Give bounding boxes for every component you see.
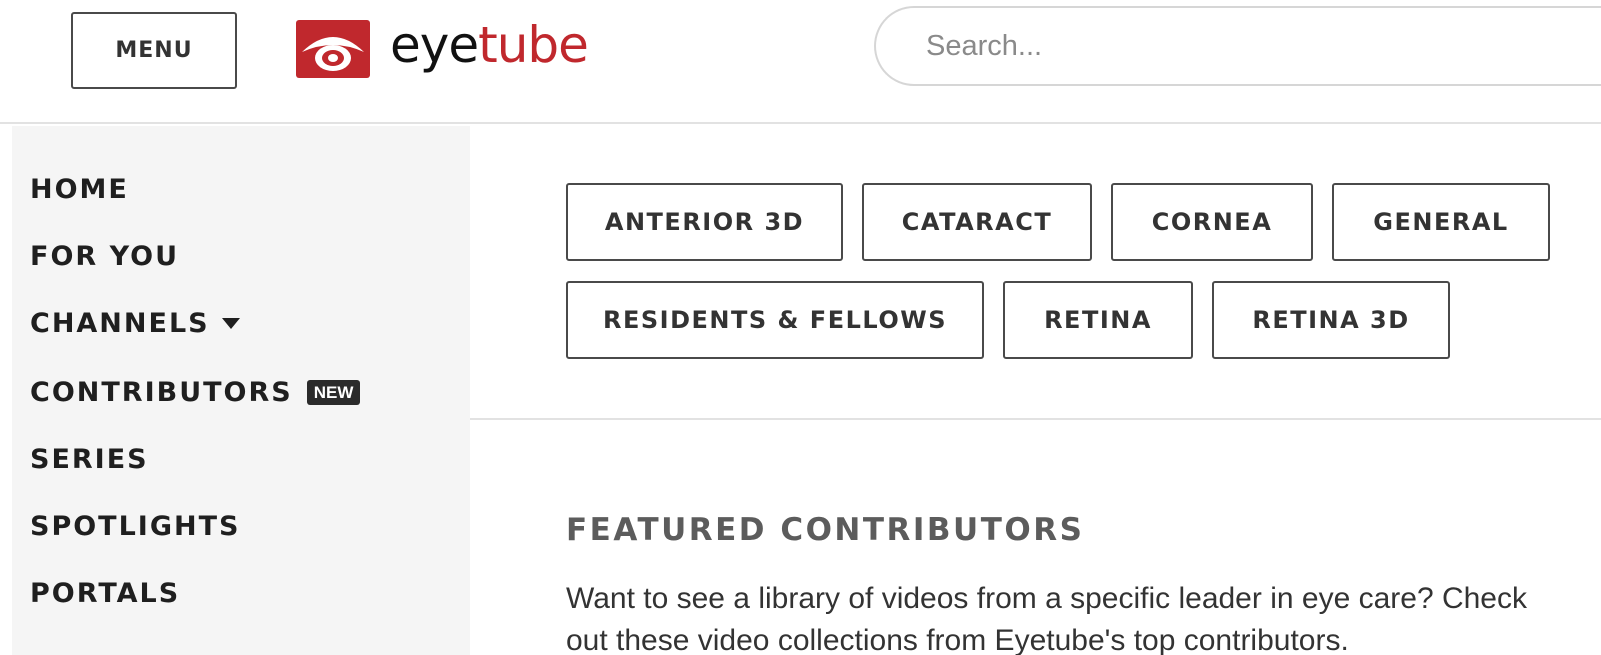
channel-button-residents-fellows[interactable]: RESIDENTS & FELLOWS <box>566 281 984 359</box>
section-divider <box>470 418 1601 420</box>
channel-button-general[interactable]: GENERAL <box>1332 183 1550 261</box>
new-badge: NEW <box>306 379 361 405</box>
featured-contributors-description: Want to see a library of videos from a s… <box>566 582 1527 655</box>
search-input[interactable] <box>926 29 1526 63</box>
featured-contributors-title: FEATURED CONTRIBUTORS <box>566 512 1085 548</box>
logo-text-tube: tube <box>478 16 589 74</box>
channel-button-cornea[interactable]: CORNEA <box>1111 183 1313 261</box>
sidebar-item-label: SERIES <box>30 443 149 475</box>
sidebar-item-label: SPOTLIGHTS <box>30 510 241 542</box>
sidebar-item-channels[interactable]: CHANNELS <box>30 305 240 341</box>
logo-text-eye: ey <box>390 16 449 74</box>
sidebar-item-series[interactable]: SERIES <box>30 441 149 477</box>
sidebar-item-home[interactable]: HOME <box>30 171 129 207</box>
sidebar-nav: HOME FOR YOU CHANNELS CONTRIBUTORS NEW SE… <box>12 126 470 655</box>
menu-button[interactable]: MENU <box>71 12 237 89</box>
channel-button-retina-3d[interactable]: RETINA 3D <box>1212 281 1450 359</box>
sidebar-item-label: HOME <box>30 173 129 205</box>
search-box[interactable] <box>874 6 1601 86</box>
caret-down-icon <box>221 317 240 329</box>
site-header: MENU eyetube <box>0 0 1601 124</box>
sidebar-item-spotlights[interactable]: SPOTLIGHTS <box>30 508 240 544</box>
channel-button-cataract[interactable]: CATARACT <box>862 183 1092 261</box>
sidebar-item-label: PORTALS <box>30 577 181 609</box>
sidebar-item-contributors[interactable]: CONTRIBUTORS NEW <box>30 374 361 410</box>
sidebar-item-label: FOR YOU <box>30 240 180 272</box>
channel-button-retina[interactable]: RETINA <box>1003 281 1193 359</box>
sidebar-item-label: CHANNELS <box>30 307 210 339</box>
sidebar-item-portals[interactable]: PORTALS <box>30 575 180 611</box>
sidebar-item-for-you[interactable]: FOR YOU <box>30 238 179 274</box>
logo-text-e: e <box>448 16 479 74</box>
logo-wordmark: eyetube <box>390 20 589 70</box>
channel-button-anterior-3d[interactable]: ANTERIOR 3D <box>566 183 843 261</box>
eyetube-logo[interactable]: eyetube <box>296 18 589 80</box>
sidebar-item-label: CONTRIBUTORS <box>30 376 293 408</box>
eye-logo-icon <box>296 20 370 78</box>
